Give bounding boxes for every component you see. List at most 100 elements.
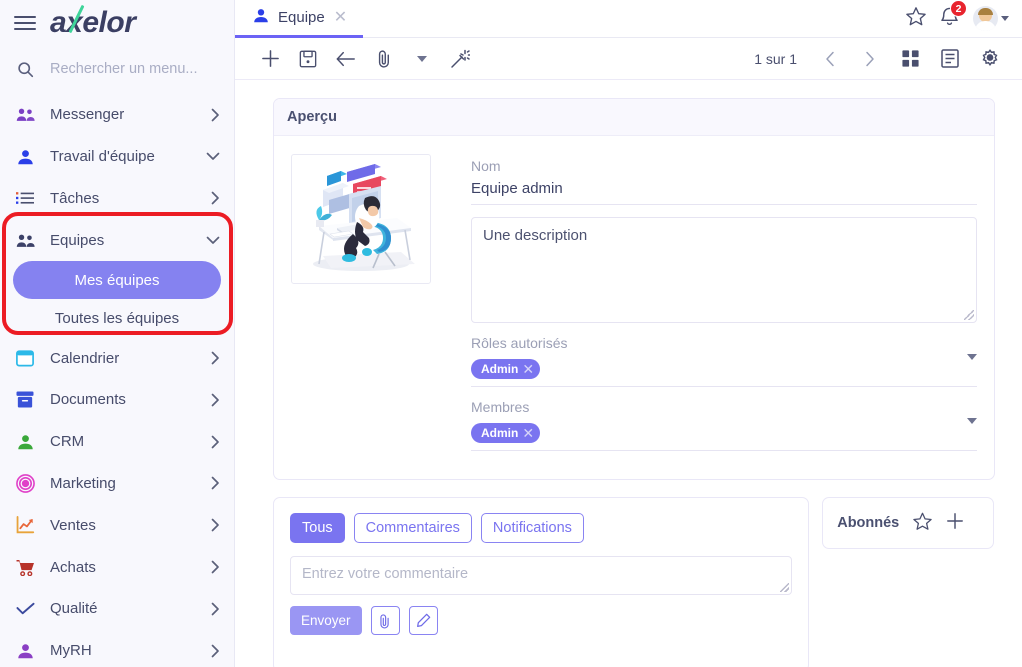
comment-attach-button[interactable] (370, 606, 400, 635)
tab-bar-spacer (363, 0, 906, 37)
main-area: Equipe ✕ 2 1 sur 1 Aperçu Nom Equipe adm… (235, 0, 1022, 667)
sidebar-item-marketing[interactable]: Marketing (0, 463, 234, 505)
record-pager-label: 1 sur 1 (754, 50, 797, 67)
followers-title: Abonnés (837, 515, 900, 531)
star-icon[interactable] (906, 6, 926, 31)
app-logo: axelor (50, 4, 136, 38)
field-membres: Membres Admin ✕ (471, 399, 977, 451)
back-button[interactable] (327, 38, 365, 80)
sidebar-item-qualite[interactable]: Qualité (0, 588, 234, 630)
sidebar-item-myrh[interactable]: MyRH (0, 630, 234, 667)
comment-input[interactable]: Entrez votre commentaire (290, 556, 793, 595)
pencil-icon (416, 613, 430, 627)
sidebar-item-equipes[interactable]: Equipes (0, 219, 234, 261)
chip-label: Admin (481, 425, 519, 440)
tab-notifications[interactable]: Notifications (480, 513, 584, 543)
field-roles-autorises: Rôles autorisés Admin ✕ (471, 335, 977, 387)
chevron-down-icon (1001, 16, 1009, 21)
chevron-right-icon (211, 108, 220, 122)
chevron-right-icon (211, 644, 220, 658)
tab-tous[interactable]: Tous (290, 513, 345, 543)
followers-star-button[interactable] (913, 512, 932, 535)
caret-down-icon (417, 55, 427, 62)
role-chip[interactable]: Admin ✕ (471, 358, 541, 379)
previous-record-button[interactable] (811, 38, 849, 80)
sidebar-subitem-label: Mes équipes (74, 271, 160, 289)
sidebar-subitem-toutes-les-equipes[interactable]: Toutes les équipes (13, 299, 221, 337)
sidebar-item-taches[interactable]: Tâches (0, 178, 234, 220)
tab-label: Equipe (278, 9, 325, 26)
sidebar-item-documents[interactable]: Documents (0, 379, 234, 421)
sidebar-item-achats[interactable]: Achats (0, 546, 234, 588)
form-content: Aperçu Nom Equipe admin Une description … (235, 80, 1022, 667)
new-record-button[interactable] (251, 38, 289, 80)
send-comment-button[interactable]: Envoyer (290, 606, 362, 635)
sidebar-item-label: Documents (50, 391, 126, 409)
chevron-down-icon (206, 236, 220, 245)
sidebar-item-ventes[interactable]: Ventes (0, 504, 234, 546)
sidebar-subitem-mes-equipes[interactable]: Mes équipes (13, 261, 221, 300)
resize-handle-icon[interactable] (780, 583, 790, 592)
plus-icon (947, 512, 964, 529)
comment-placeholder: Entrez votre commentaire (302, 566, 469, 582)
field-nom: Nom Equipe admin (471, 158, 977, 205)
add-follower-button[interactable] (946, 512, 964, 535)
comment-edit-button[interactable] (408, 606, 438, 635)
sidebar-item-messenger[interactable]: Messenger (0, 94, 234, 136)
lower-section: Tous Commentaires Notifications Entrez v… (273, 497, 994, 667)
tab-commentaires[interactable]: Commentaires (353, 513, 472, 543)
person-icon (253, 8, 269, 28)
tab-bar: Equipe ✕ 2 (235, 0, 1022, 38)
field-label: Membres (471, 399, 530, 415)
form-view-button[interactable] (931, 38, 969, 80)
apercu-panel-body: Nom Equipe admin Une description Rôles a… (274, 136, 994, 479)
membres-dropdown-toggle[interactable] (967, 417, 977, 442)
save-button[interactable] (289, 38, 327, 80)
comment-actions: Envoyer (290, 606, 792, 635)
nom-input[interactable]: Equipe admin (471, 180, 977, 205)
roles-dropdown-toggle[interactable] (967, 353, 977, 378)
membres-chip-container[interactable]: Admin ✕ (471, 417, 977, 451)
tools-button[interactable] (441, 38, 479, 80)
people-icon (14, 233, 36, 248)
topbar-actions: 2 (906, 0, 1022, 37)
target-icon (14, 474, 36, 493)
tab-equipe[interactable]: Equipe ✕ (235, 0, 364, 38)
team-image-thumbnail[interactable] (291, 154, 431, 284)
attachment-button[interactable] (365, 38, 403, 80)
field-label: Rôles autorisés (471, 335, 568, 351)
close-icon[interactable]: ✕ (522, 362, 534, 376)
calendar-icon (14, 349, 36, 367)
settings-button[interactable] (971, 38, 1009, 80)
sidebar-search[interactable] (0, 48, 234, 90)
chevron-right-icon (211, 518, 220, 532)
followers-panel: Abonnés (822, 497, 994, 549)
chevron-right-icon (211, 602, 220, 616)
next-record-button[interactable] (851, 38, 889, 80)
resize-handle-icon[interactable] (964, 310, 974, 320)
sidebar: axelor Messenger (0, 0, 235, 667)
apercu-panel-header: Aperçu (274, 99, 994, 136)
close-icon[interactable]: ✕ (522, 426, 534, 440)
sidebar-item-calendrier[interactable]: Calendrier (0, 337, 234, 379)
roles-chip-container[interactable]: Admin ✕ (471, 353, 977, 387)
user-menu[interactable] (973, 6, 1009, 31)
sidebar-item-label: Marketing (50, 474, 116, 492)
panel-title: Aperçu (287, 109, 337, 125)
apercu-panel: Aperçu Nom Equipe admin Une description … (273, 98, 995, 480)
sidebar-item-travail-d-equipe[interactable]: Travail d'équipe (0, 136, 234, 178)
close-icon[interactable]: ✕ (334, 9, 347, 26)
search-input[interactable] (50, 61, 220, 77)
toolbar-right-actions (811, 38, 1009, 80)
menu-toggle-icon[interactable] (14, 15, 36, 31)
sidebar-subitem-label: Toutes les équipes (54, 309, 180, 327)
chart-up-icon (14, 516, 36, 534)
sidebar-item-crm[interactable]: CRM (0, 421, 234, 463)
membre-chip[interactable]: Admin ✕ (471, 422, 541, 443)
grid-view-button[interactable] (891, 38, 929, 80)
chevron-right-icon (211, 560, 220, 574)
description-textarea[interactable]: Une description (471, 217, 977, 323)
notifications-button[interactable]: 2 (940, 0, 967, 31)
field-label: Nom (471, 158, 501, 174)
more-actions-button[interactable] (403, 38, 441, 80)
